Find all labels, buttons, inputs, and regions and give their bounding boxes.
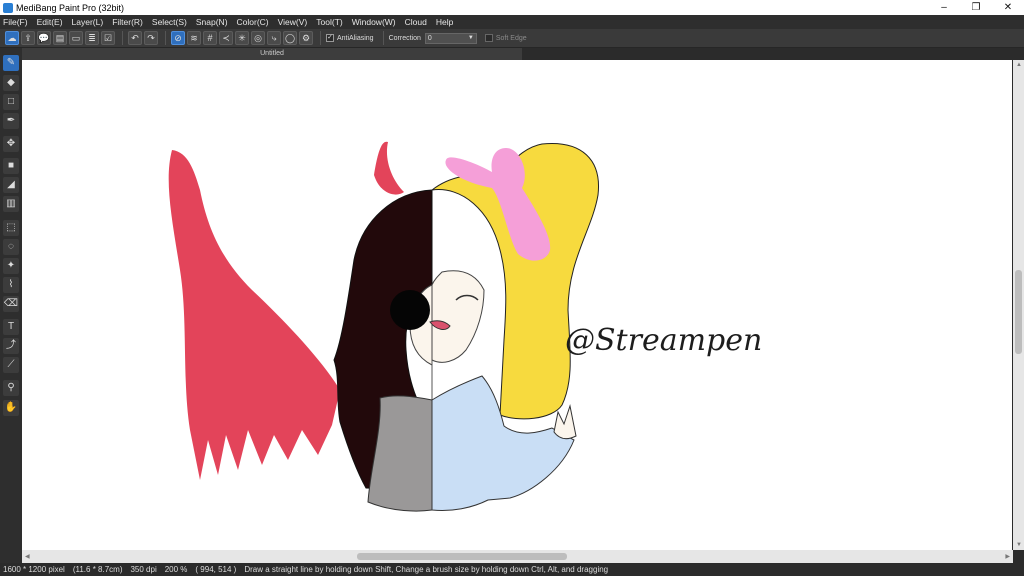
move-tool-icon[interactable]: ✥	[3, 136, 19, 152]
menu-select[interactable]: Select(S)	[152, 17, 187, 27]
correction-label: Correction	[388, 34, 421, 42]
snap-curve-icon[interactable]: ⤷	[267, 31, 281, 45]
scroll-left-icon[interactable]: ◀	[25, 553, 30, 560]
list-icon[interactable]: ≣	[85, 31, 99, 45]
cursor-coordinates: ( 994, 514 )	[195, 565, 237, 574]
text-tool-icon[interactable]: T	[3, 319, 19, 335]
toolbar-divider	[165, 31, 166, 45]
window-title: MediBang Paint Pro (32bit)	[16, 2, 125, 13]
gradient-tool-icon[interactable]: ▥	[3, 196, 19, 212]
snap-perspective-icon[interactable]: ≺	[219, 31, 233, 45]
vertical-scrollbar[interactable]: ▲ ▼	[1013, 60, 1024, 550]
canvas-size-cm: (11.6 * 8.7cm)	[72, 565, 123, 574]
zoom-level: 200 %	[164, 565, 188, 574]
menu-color[interactable]: Color(C)	[237, 17, 269, 27]
canvas-resolution: 350 dpi	[130, 565, 157, 574]
toolbar-divider	[122, 31, 123, 45]
face	[431, 270, 485, 363]
correction-select[interactable]: 0 ▼	[424, 32, 477, 44]
shape-tool-icon[interactable]: □	[3, 94, 19, 110]
select-pen-tool-icon[interactable]: ⌇	[3, 277, 19, 293]
bucket-tool-icon[interactable]: ◢	[3, 177, 19, 193]
snap-settings-icon[interactable]: ⚙	[299, 31, 313, 45]
redo-icon[interactable]: ↷	[144, 31, 158, 45]
page-icon[interactable]: ▭	[69, 31, 83, 45]
scroll-up-icon[interactable]: ▲	[1016, 62, 1022, 68]
document-tab-bar: Untitled	[22, 48, 1024, 60]
dark-eye	[390, 290, 430, 330]
hand-tool-icon[interactable]: ✋	[3, 400, 19, 416]
scroll-right-icon[interactable]: ▶	[1005, 553, 1010, 560]
chevron-down-icon: ▼	[467, 34, 474, 41]
horizontal-scrollbar[interactable]: ◀ ▶	[22, 550, 1013, 563]
artist-signature: @Streampen	[565, 323, 762, 358]
comment-icon[interactable]: 💬	[37, 31, 51, 45]
antialiasing-checkbox[interactable]: ✓	[326, 34, 334, 42]
pen-tool-icon[interactable]: ✒	[3, 113, 19, 129]
tool-palette: ✎ ◆ □ ✒ ✥ ■ ◢ ▥ ⬚ ◌ ✦ ⌇ ⌫ T ⤴ ⟋ ⚲ ✋	[0, 48, 22, 563]
vertical-scroll-thumb[interactable]	[1015, 270, 1022, 354]
menu-filter[interactable]: Filter(R)	[112, 17, 143, 27]
correction-value: 0	[427, 34, 432, 42]
snap-circle-icon[interactable]: ◯	[283, 31, 297, 45]
title-bar: MediBang Paint Pro (32bit) – ❐ ✕	[0, 0, 1024, 15]
message-icon[interactable]: ▤	[53, 31, 67, 45]
soft-edge-checkbox[interactable]	[484, 34, 493, 42]
menu-help[interactable]: Help	[436, 17, 453, 27]
close-button[interactable]: ✕	[992, 0, 1024, 15]
menu-snap[interactable]: Snap(N)	[196, 17, 228, 27]
red-horn	[374, 141, 404, 195]
fill-rect-tool-icon[interactable]: ■	[3, 158, 19, 174]
menu-tool[interactable]: Tool(T)	[316, 17, 342, 27]
antialiasing-label: AntiAliasing	[337, 34, 374, 42]
app-logo-icon	[3, 2, 13, 13]
menu-cloud[interactable]: Cloud	[405, 17, 427, 27]
menu-layer[interactable]: Layer(L)	[72, 17, 104, 27]
upload-icon[interactable]: ⇪	[21, 31, 35, 45]
eraser-tool-icon[interactable]: ◆	[3, 75, 19, 91]
menu-view[interactable]: View(V)	[278, 17, 308, 27]
status-bar: 1600 * 1200 pixel (11.6 * 8.7cm) 350 dpi…	[0, 563, 1024, 576]
horizontal-scroll-thumb[interactable]	[357, 553, 567, 560]
canvas-size-pixels: 1600 * 1200 pixel	[3, 565, 65, 574]
menu-bar: File(F) Edit(E) Layer(L) Filter(R) Selec…	[0, 15, 1024, 29]
status-hint: Draw a straight line by holding down Shi…	[244, 565, 609, 574]
snap-radial-icon[interactable]: ✳	[235, 31, 249, 45]
magic-wand-tool-icon[interactable]: ✦	[3, 258, 19, 274]
select-eraser-tool-icon[interactable]: ⌫	[3, 296, 19, 312]
artwork: @Streampen	[168, 141, 762, 512]
minimize-button[interactable]: –	[928, 0, 960, 15]
top-toolbar: ☁ ⇪ 💬 ▤ ▭ ≣ ☑ ↶ ↷ ⊘ ≋ # ≺ ✳ ◎ ⤷ ◯ ⚙ ✓ An…	[0, 29, 1024, 48]
select-rect-tool-icon[interactable]: ⬚	[3, 220, 19, 236]
snap-parallel-icon[interactable]: ≋	[187, 31, 201, 45]
snap-grid-icon[interactable]: #	[203, 31, 217, 45]
checklist-icon[interactable]: ☑	[101, 31, 115, 45]
drawing-canvas[interactable]: @Streampen	[22, 60, 1012, 550]
menu-file[interactable]: File(F)	[3, 17, 28, 27]
snap-concentric-icon[interactable]: ◎	[251, 31, 265, 45]
brush-tool-icon[interactable]: ✎	[3, 55, 19, 71]
maximize-button[interactable]: ❐	[960, 0, 992, 15]
operation-tool-icon[interactable]: ⤴	[3, 338, 19, 354]
scroll-down-icon[interactable]: ▼	[1016, 542, 1022, 548]
cloud-icon[interactable]: ☁	[5, 31, 19, 45]
peace-sign-hand	[553, 404, 577, 440]
red-wing	[168, 150, 340, 480]
soft-edge-label: Soft Edge	[495, 34, 527, 42]
tab-untitled[interactable]: Untitled	[22, 48, 522, 60]
eyedropper-tool-icon[interactable]: ⚲	[3, 380, 19, 396]
menu-edit[interactable]: Edit(E)	[37, 17, 63, 27]
undo-icon[interactable]: ↶	[128, 31, 142, 45]
snap-off-icon[interactable]: ⊘	[171, 31, 185, 45]
menu-window[interactable]: Window(W)	[352, 17, 396, 27]
toolbar-divider	[382, 31, 384, 45]
toolbar-divider	[320, 31, 321, 45]
lasso-tool-icon[interactable]: ◌	[3, 239, 19, 255]
divide-tool-icon[interactable]: ⟋	[3, 357, 19, 373]
